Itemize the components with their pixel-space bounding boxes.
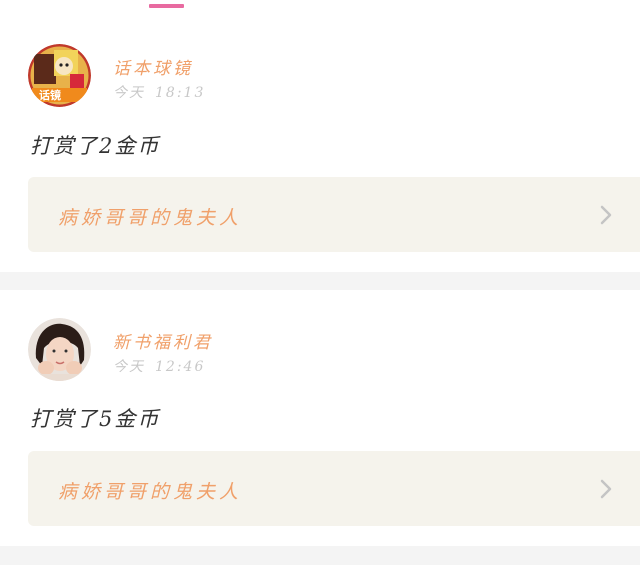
book-title: 病娇哥哥的鬼夫人 (58, 481, 243, 503)
svg-text:话镜: 话镜 (39, 88, 61, 102)
timestamp: 今天 18:13 (113, 82, 205, 102)
feed-divider (0, 272, 640, 290)
date-label: 今天 (113, 85, 145, 101)
active-tab-indicator (149, 4, 184, 8)
username[interactable]: 新书福利君 (113, 328, 213, 353)
book-title: 病娇哥哥的鬼夫人 (58, 207, 243, 229)
reward-message: 打赏了5金币 (30, 407, 161, 431)
chevron-right-icon (600, 205, 612, 225)
reward-feed-item: 话镜 话本球镜 今天 18:13 打赏了2金币 病娇哥哥的鬼夫人 (0, 36, 640, 272)
reward-feed-item: 新书福利君 今天 12:46 打赏了5金币 病娇哥哥的鬼夫人 (0, 290, 640, 546)
reward-message: 打赏了2金币 (30, 134, 161, 158)
avatar-cartoon-icon: 话镜 (28, 44, 91, 107)
feed-divider (0, 546, 640, 565)
time-value: 18:13 (155, 85, 206, 101)
reward-feed-page: 话镜 话本球镜 今天 18:13 打赏了2金币 病娇哥哥的鬼夫人 新书福利君 今… (0, 0, 640, 565)
timestamp: 今天 12:46 (113, 356, 205, 376)
user-avatar[interactable] (28, 318, 91, 381)
date-label: 今天 (113, 359, 145, 375)
chevron-right-icon (600, 479, 612, 499)
book-link[interactable]: 病娇哥哥的鬼夫人 (28, 451, 640, 526)
user-avatar[interactable]: 话镜 (28, 44, 91, 107)
username[interactable]: 话本球镜 (113, 54, 193, 79)
time-value: 12:46 (155, 359, 206, 375)
avatar-photo-icon (28, 318, 91, 381)
book-link[interactable]: 病娇哥哥的鬼夫人 (28, 177, 640, 252)
